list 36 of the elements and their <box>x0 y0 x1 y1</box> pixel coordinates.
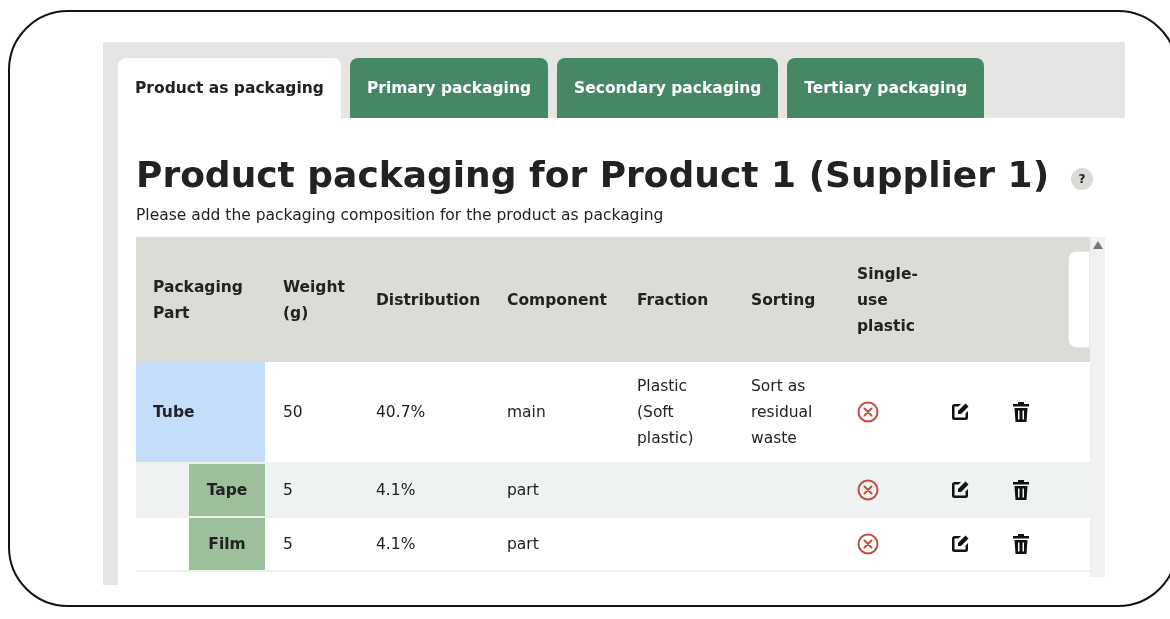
trash-icon[interactable] <box>1012 533 1030 555</box>
table-cell-text: 5 <box>283 480 294 501</box>
column-header: Fraction <box>637 289 710 311</box>
page-title: Product packaging for Product 1 (Supplier 1) <box>136 153 1050 197</box>
column-header: Single-use plastic <box>857 263 919 337</box>
table-cell-text: part <box>507 534 540 555</box>
edit-icon[interactable] <box>950 534 970 554</box>
column-header: Distribution <box>376 289 482 311</box>
part-cell[interactable]: Film <box>189 518 265 570</box>
tab[interactable]: Secondary packaging <box>557 58 779 118</box>
table-cell-text: main <box>507 402 547 423</box>
page-subtitle: Please add the packaging composition for the product as packaging <box>136 205 665 226</box>
tab[interactable]: Product as packaging <box>118 58 341 118</box>
tab[interactable]: Primary packaging <box>349 58 549 118</box>
column-header: Packaging Part <box>152 276 244 324</box>
column-header: Weight (g) <box>283 276 346 324</box>
table-cell-text: 50 <box>283 402 304 423</box>
scroll-up-icon[interactable] <box>1092 241 1103 249</box>
trash-icon[interactable] <box>1012 479 1030 501</box>
edit-icon[interactable] <box>950 480 970 500</box>
scrollbar[interactable] <box>1090 237 1105 577</box>
part-cell[interactable]: Tape <box>189 464 265 516</box>
edit-icon[interactable] <box>950 402 970 422</box>
table-cell-text: Sort as residual waste <box>751 376 814 449</box>
table-cell-text: 5 <box>283 534 294 555</box>
table-cell-text: 4.1% <box>376 534 417 555</box>
trash-icon[interactable] <box>1012 401 1030 423</box>
table-cell-text: Plastic (Soft plastic) <box>637 376 695 449</box>
part-cell[interactable]: Tube <box>136 362 265 462</box>
table-cell-text: 4.1% <box>376 480 417 501</box>
tab[interactable]: Tertiary packaging <box>787 58 985 118</box>
table-cell-text: part <box>507 480 540 501</box>
help-icon[interactable]: ? <box>1071 168 1094 190</box>
table-cell-text: 40.7% <box>376 402 427 423</box>
column-header: Sorting <box>751 289 817 311</box>
column-header: Component <box>507 289 608 311</box>
